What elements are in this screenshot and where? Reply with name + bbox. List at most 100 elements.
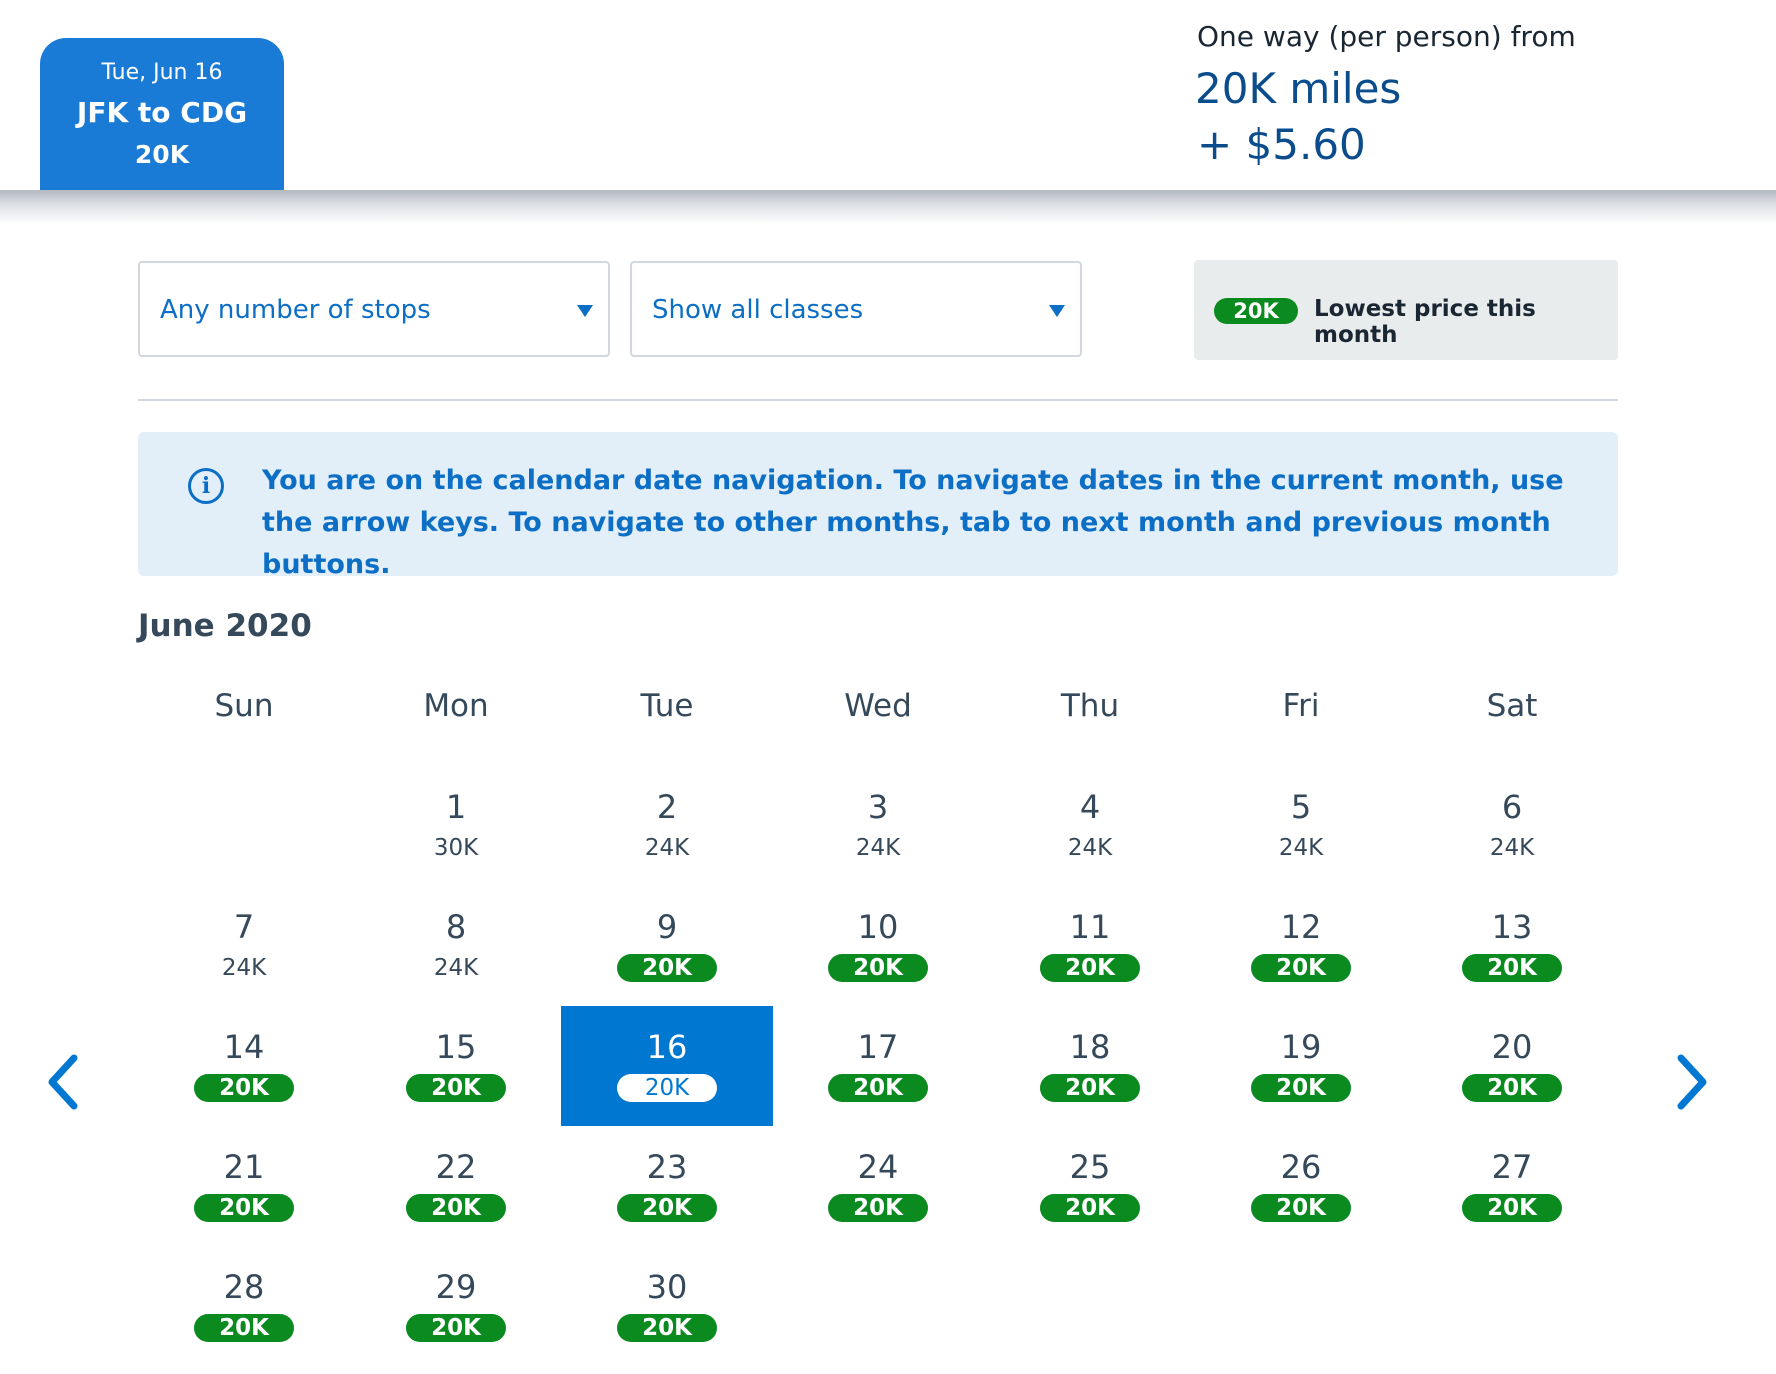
calendar-day-12[interactable]: 12 20K <box>1195 886 1407 1006</box>
day-number: 27 <box>1491 1148 1533 1186</box>
header-shadow <box>0 190 1776 224</box>
trip-date: Tue, Jun 16 <box>101 60 223 85</box>
fare-caption: One way (per person) from <box>1197 20 1576 53</box>
day-number: 4 <box>1079 788 1101 826</box>
next-month-button[interactable] <box>1671 1052 1711 1112</box>
calendar-day-8[interactable]: 8 24K <box>350 886 562 1006</box>
calendar-day-3[interactable]: 3 24K <box>772 766 984 886</box>
lowest-price-badge: 20K <box>1040 954 1140 982</box>
day-number: 21 <box>223 1148 265 1186</box>
day-number: 11 <box>1069 908 1111 946</box>
day-number: 28 <box>223 1268 265 1306</box>
calendar-day-25[interactable]: 25 20K <box>984 1126 1196 1246</box>
lowest-price-badge: 20K <box>1251 1074 1351 1102</box>
day-number: 20 <box>1491 1028 1533 1066</box>
day-number: 10 <box>857 908 899 946</box>
calendar-day-7[interactable]: 7 24K <box>138 886 350 1006</box>
calendar-day-13[interactable]: 13 20K <box>1406 886 1618 1006</box>
day-number: 9 <box>656 908 678 946</box>
calendar-day-6[interactable]: 6 24K <box>1406 766 1618 886</box>
day-number: 16 <box>646 1028 688 1066</box>
calendar-day-20[interactable]: 20 20K <box>1406 1006 1618 1126</box>
calendar-day-21[interactable]: 21 20K <box>138 1126 350 1246</box>
calendar-day-22[interactable]: 22 20K <box>350 1126 562 1246</box>
lowest-price-badge: 20K <box>617 1194 717 1222</box>
calendar-day-24[interactable]: 24 20K <box>772 1126 984 1246</box>
calendar-day-18[interactable]: 18 20K <box>984 1006 1196 1126</box>
stops-select-value: Any number of stops <box>160 295 431 325</box>
lowest-price-badge: 20K <box>406 1074 506 1102</box>
day-number: 12 <box>1280 908 1322 946</box>
lowest-price-badge: 20K <box>617 1074 717 1102</box>
calendar-day-16[interactable]: 16 20K <box>561 1006 773 1126</box>
calendar-day-2[interactable]: 2 24K <box>561 766 773 886</box>
lowest-price-badge: 20K <box>194 1074 294 1102</box>
day-number: 14 <box>223 1028 265 1066</box>
calendar-day-19[interactable]: 19 20K <box>1195 1006 1407 1126</box>
day-price: 24K <box>1489 835 1535 861</box>
day-number: 24 <box>857 1148 899 1186</box>
calendar-day-9[interactable]: 9 20K <box>561 886 773 1006</box>
lowest-price-legend: 20K Lowest price this month <box>1194 260 1618 360</box>
fare-miles: 20K miles <box>1195 64 1402 113</box>
calendar-day-23[interactable]: 23 20K <box>561 1126 773 1246</box>
calendar-day-10[interactable]: 10 20K <box>772 886 984 1006</box>
lowest-price-badge: 20K <box>617 1314 717 1342</box>
calendar-day-14[interactable]: 14 20K <box>138 1006 350 1126</box>
trip-tab[interactable]: Tue, Jun 16 JFK to CDG 20K <box>40 38 284 190</box>
stops-select[interactable]: Any number of stops <box>138 261 610 357</box>
lowest-price-badge: 20K <box>1040 1194 1140 1222</box>
calendar-day-11[interactable]: 11 20K <box>984 886 1196 1006</box>
day-number: 30 <box>646 1268 688 1306</box>
weekday-mon: Mon <box>423 688 489 724</box>
calendar-day-26[interactable]: 26 20K <box>1195 1126 1407 1246</box>
day-number: 8 <box>445 908 467 946</box>
lowest-price-badge: 20K <box>194 1194 294 1222</box>
lowest-price-badge: 20K <box>194 1314 294 1342</box>
previous-month-button[interactable] <box>44 1052 84 1112</box>
lowest-price-badge: 20K <box>1040 1074 1140 1102</box>
caret-down-icon <box>577 305 593 317</box>
calendar-day-1[interactable]: 1 30K <box>350 766 562 886</box>
legend-badge: 20K <box>1214 298 1298 324</box>
day-price: 24K <box>433 955 479 981</box>
calendar-day-5[interactable]: 5 24K <box>1195 766 1407 886</box>
day-price: 30K <box>433 835 479 861</box>
lowest-price-badge: 20K <box>1251 1194 1351 1222</box>
lowest-price-badge: 20K <box>1462 1194 1562 1222</box>
lowest-price-badge: 20K <box>406 1314 506 1342</box>
calendar-day-29[interactable]: 29 20K <box>350 1246 562 1366</box>
calendar-day-17[interactable]: 17 20K <box>772 1006 984 1126</box>
calendar-day-15[interactable]: 15 20K <box>350 1006 562 1126</box>
info-banner: i You are on the calendar date navigatio… <box>138 432 1618 580</box>
day-number: 29 <box>435 1268 477 1306</box>
info-icon: i <box>188 468 224 504</box>
header: Tue, Jun 16 JFK to CDG 20K One way (per … <box>0 0 1776 190</box>
calendar-day-30[interactable]: 30 20K <box>561 1246 773 1366</box>
day-number: 7 <box>233 908 255 946</box>
lowest-price-badge: 20K <box>1462 1074 1562 1102</box>
weekday-sun: Sun <box>214 688 274 724</box>
classes-select-value: Show all classes <box>652 295 864 325</box>
day-price: 24K <box>855 835 901 861</box>
lowest-price-badge: 20K <box>828 1194 928 1222</box>
calendar-day-28[interactable]: 28 20K <box>138 1246 350 1366</box>
day-price: 24K <box>221 955 267 981</box>
day-number: 6 <box>1501 788 1523 826</box>
info-text: You are on the calendar date navigation.… <box>262 465 1564 580</box>
calendar-day-4[interactable]: 4 24K <box>984 766 1196 886</box>
day-price: 24K <box>1278 835 1324 861</box>
caret-down-icon <box>1049 305 1065 317</box>
trip-price: 20K <box>134 140 190 169</box>
lowest-price-badge: 20K <box>1462 954 1562 982</box>
trip-route: JFK to CDG <box>76 96 248 129</box>
day-number: 1 <box>445 788 467 826</box>
day-number: 5 <box>1290 788 1312 826</box>
day-number: 23 <box>646 1148 688 1186</box>
legend-label: Lowest price this month <box>1314 296 1536 348</box>
classes-select[interactable]: Show all classes <box>630 261 1082 357</box>
day-number: 2 <box>656 788 678 826</box>
day-number: 15 <box>435 1028 477 1066</box>
lowest-price-badge: 20K <box>617 954 717 982</box>
calendar-day-27[interactable]: 27 20K <box>1406 1126 1618 1246</box>
